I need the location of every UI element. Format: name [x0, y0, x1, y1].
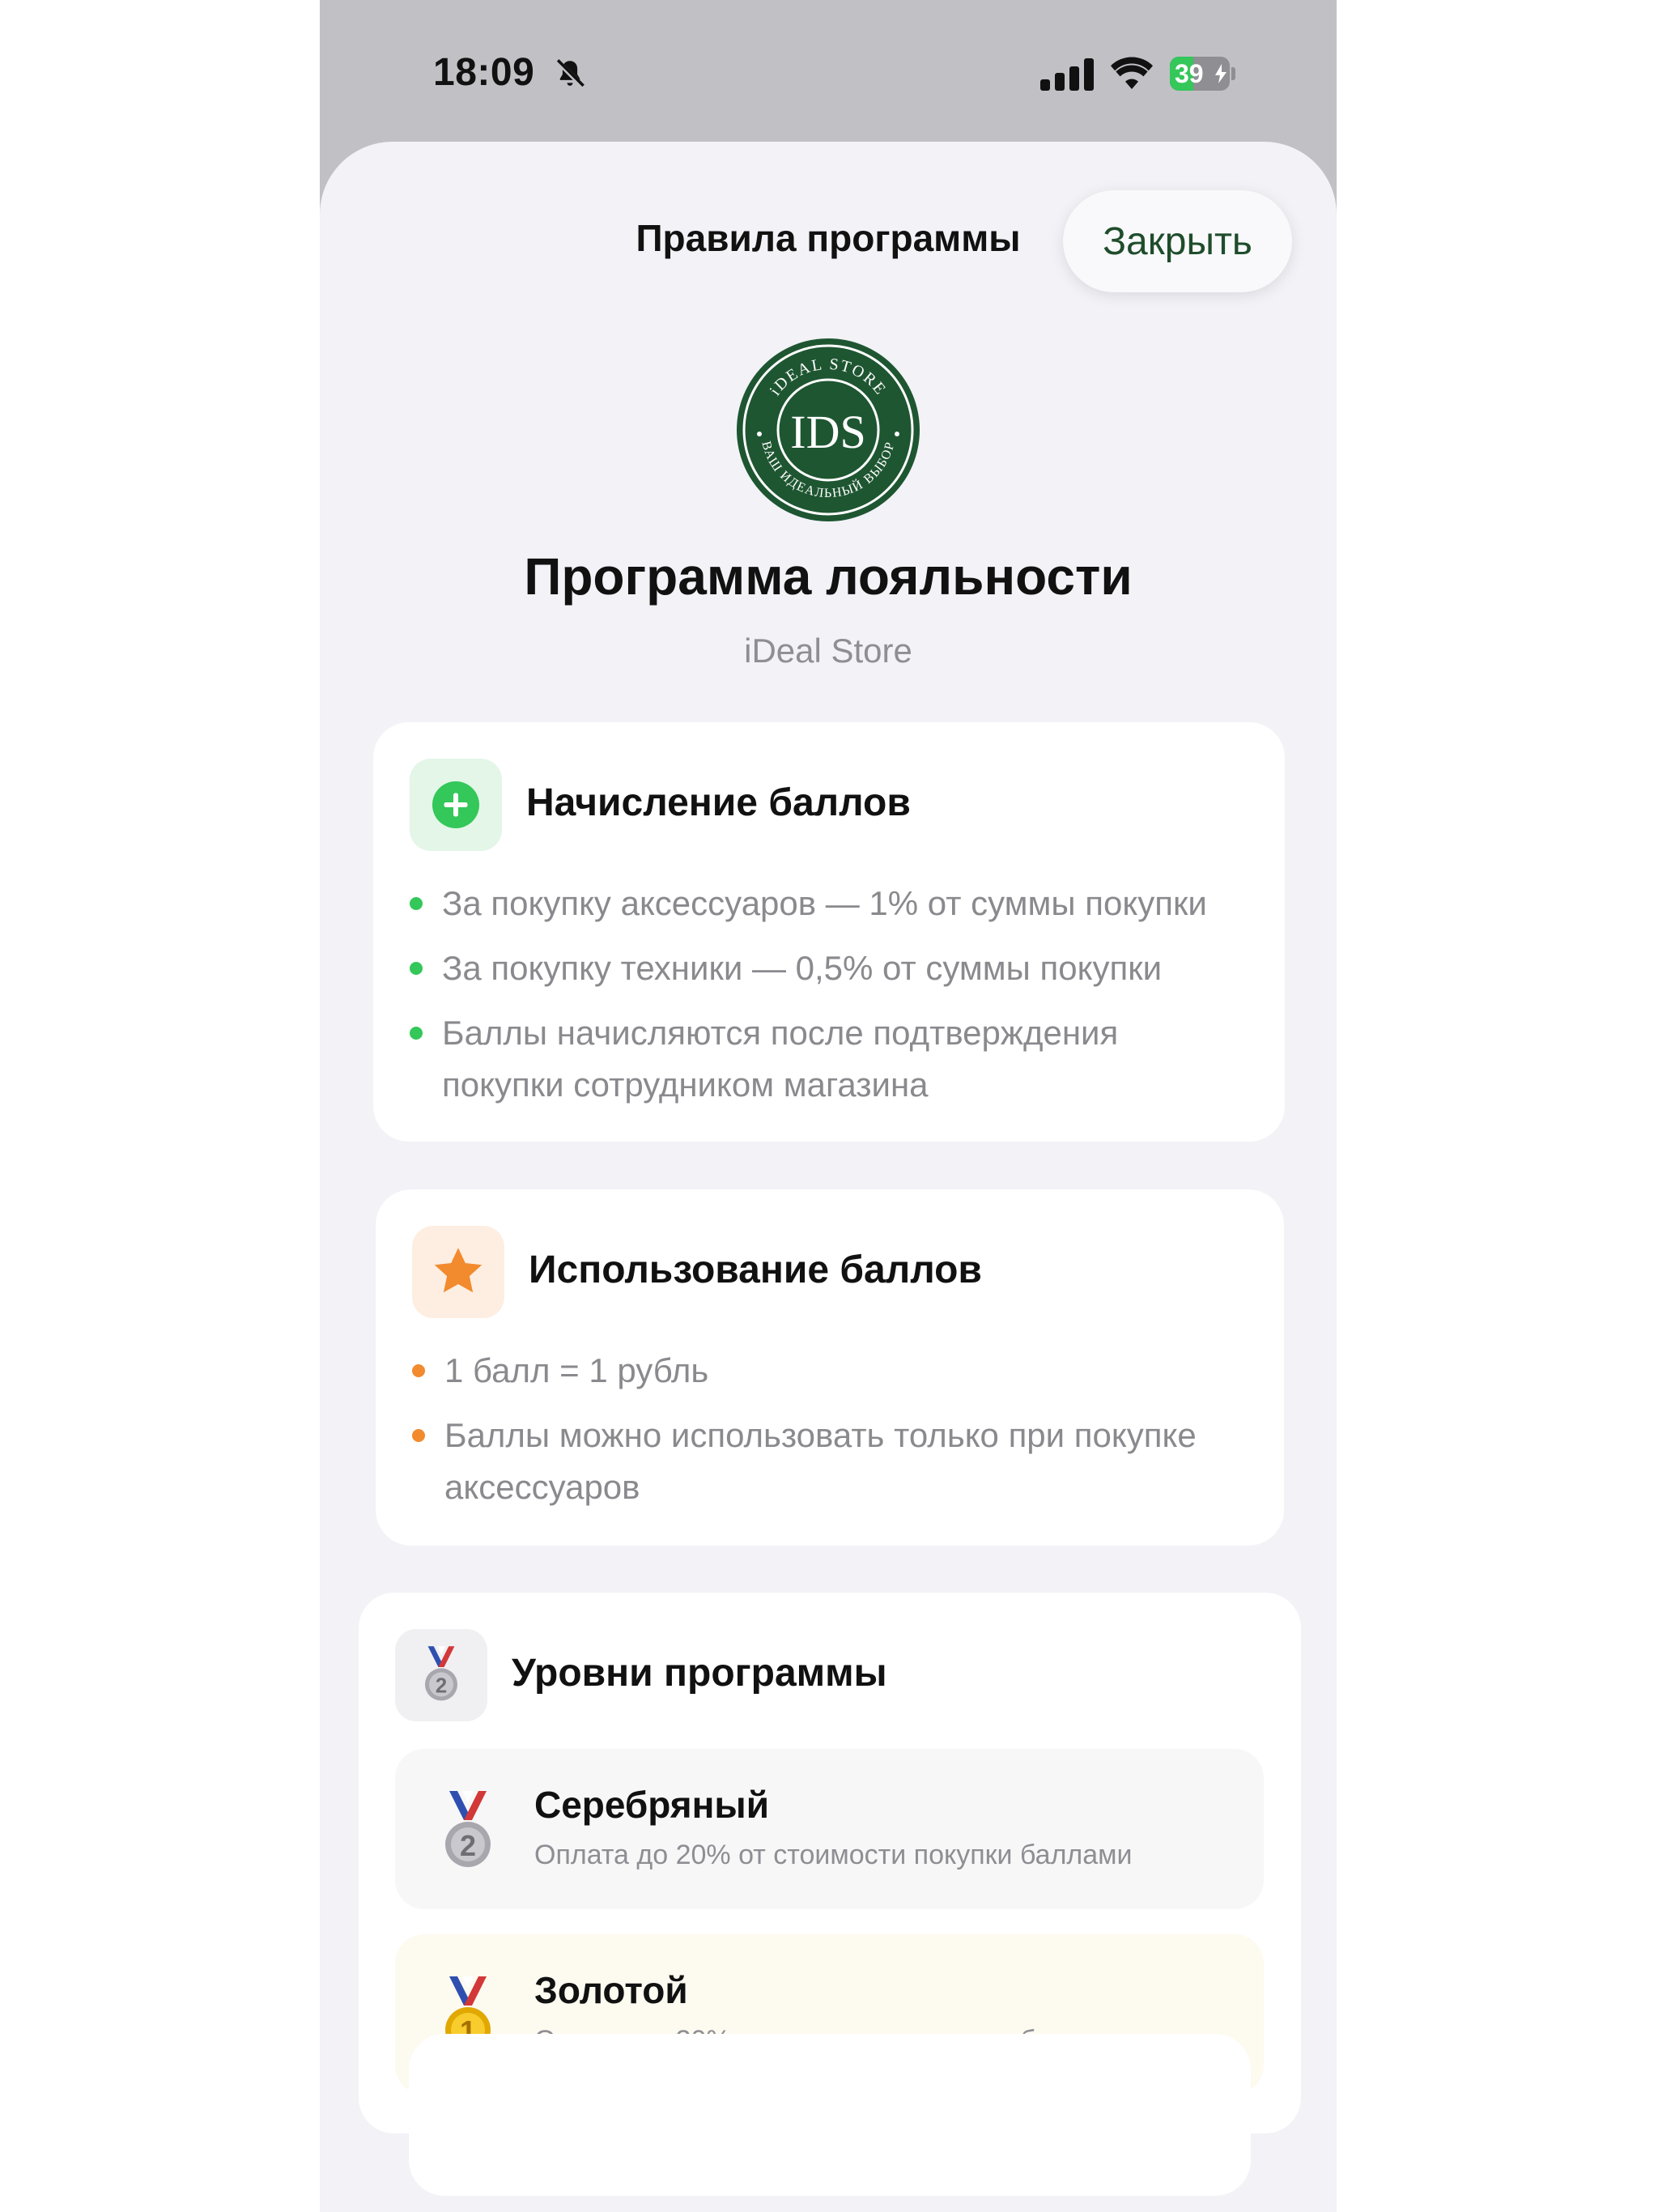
- level-silver: 2 Серебряный Оплата до 20% от стоимости …: [395, 1749, 1264, 1909]
- close-button[interactable]: Закрыть: [1063, 190, 1292, 292]
- accrual-icon-tile: [410, 759, 502, 851]
- battery-percentage: 39: [1175, 59, 1204, 88]
- level-name: Серебряный: [534, 1784, 769, 1826]
- svg-text:2: 2: [436, 1674, 447, 1697]
- bullet-dot: [410, 962, 423, 975]
- program-title: Программа лояльности: [524, 547, 1133, 606]
- level-name: Золотой: [534, 1969, 688, 2011]
- status-time: 18:09: [433, 51, 535, 94]
- bullet-dot: [412, 1364, 425, 1377]
- usage-card: Использование баллов 1 балл = 1 рубль Ба…: [376, 1189, 1284, 1546]
- usage-rule-2: Баллы можно использовать только при поку…: [444, 1416, 1197, 1506]
- star-icon: [434, 1248, 483, 1293]
- accrual-title: Начисление баллов: [526, 781, 911, 824]
- bullet-dot: [410, 1027, 423, 1040]
- accrual-rule-3: Баллы начисляются после подтверждения по…: [442, 1014, 1119, 1104]
- bullet-dot: [410, 897, 423, 910]
- next-card-partial: [409, 2034, 1251, 2196]
- program-subtitle: iDeal Store: [744, 632, 912, 670]
- accrual-card: Начисление баллов За покупку аксессуаров…: [373, 722, 1285, 1142]
- usage-title: Использование баллов: [529, 1249, 982, 1291]
- svg-text:2: 2: [460, 1829, 476, 1862]
- usage-rule-1: 1 балл = 1 рубль: [444, 1351, 709, 1389]
- program-rules-sheet: Правила программы Закрыть iDEAL STORE ВА…: [320, 142, 1337, 2212]
- battery-charging-icon: 39: [1170, 57, 1236, 91]
- bell-slash-icon: [555, 59, 585, 88]
- plus-circle-icon: [432, 781, 479, 828]
- usage-icon-tile: [412, 1226, 504, 1318]
- silver-medal-icon: 2: [425, 1646, 457, 1701]
- levels-icon-tile: 2: [395, 1629, 487, 1721]
- wifi-icon: [1111, 57, 1153, 89]
- cellular-signal-icon: [1040, 58, 1094, 91]
- silver-medal-icon: 2: [445, 1791, 491, 1867]
- accrual-rule-1: За покупку аксессуаров — 1% от суммы пок…: [442, 884, 1207, 922]
- bullet-dot: [412, 1429, 425, 1442]
- phone-screen: 18:09 39 Правила программы Закрыть iDEAL…: [320, 0, 1337, 2212]
- accrual-rule-2: За покупку техники — 0,5% от суммы покуп…: [442, 949, 1163, 987]
- level-description: Оплата до 20% от стоимости покупки балла…: [534, 1840, 1133, 1870]
- ideal-store-logo: iDEAL STORE ВАШ ИДЕАЛЬНЫЙ ВЫБОР IDS: [737, 338, 920, 521]
- status-bar: 18:09 39: [320, 0, 1337, 142]
- levels-title: Уровни программы: [512, 1652, 887, 1695]
- logo-monogram: IDS: [790, 406, 865, 458]
